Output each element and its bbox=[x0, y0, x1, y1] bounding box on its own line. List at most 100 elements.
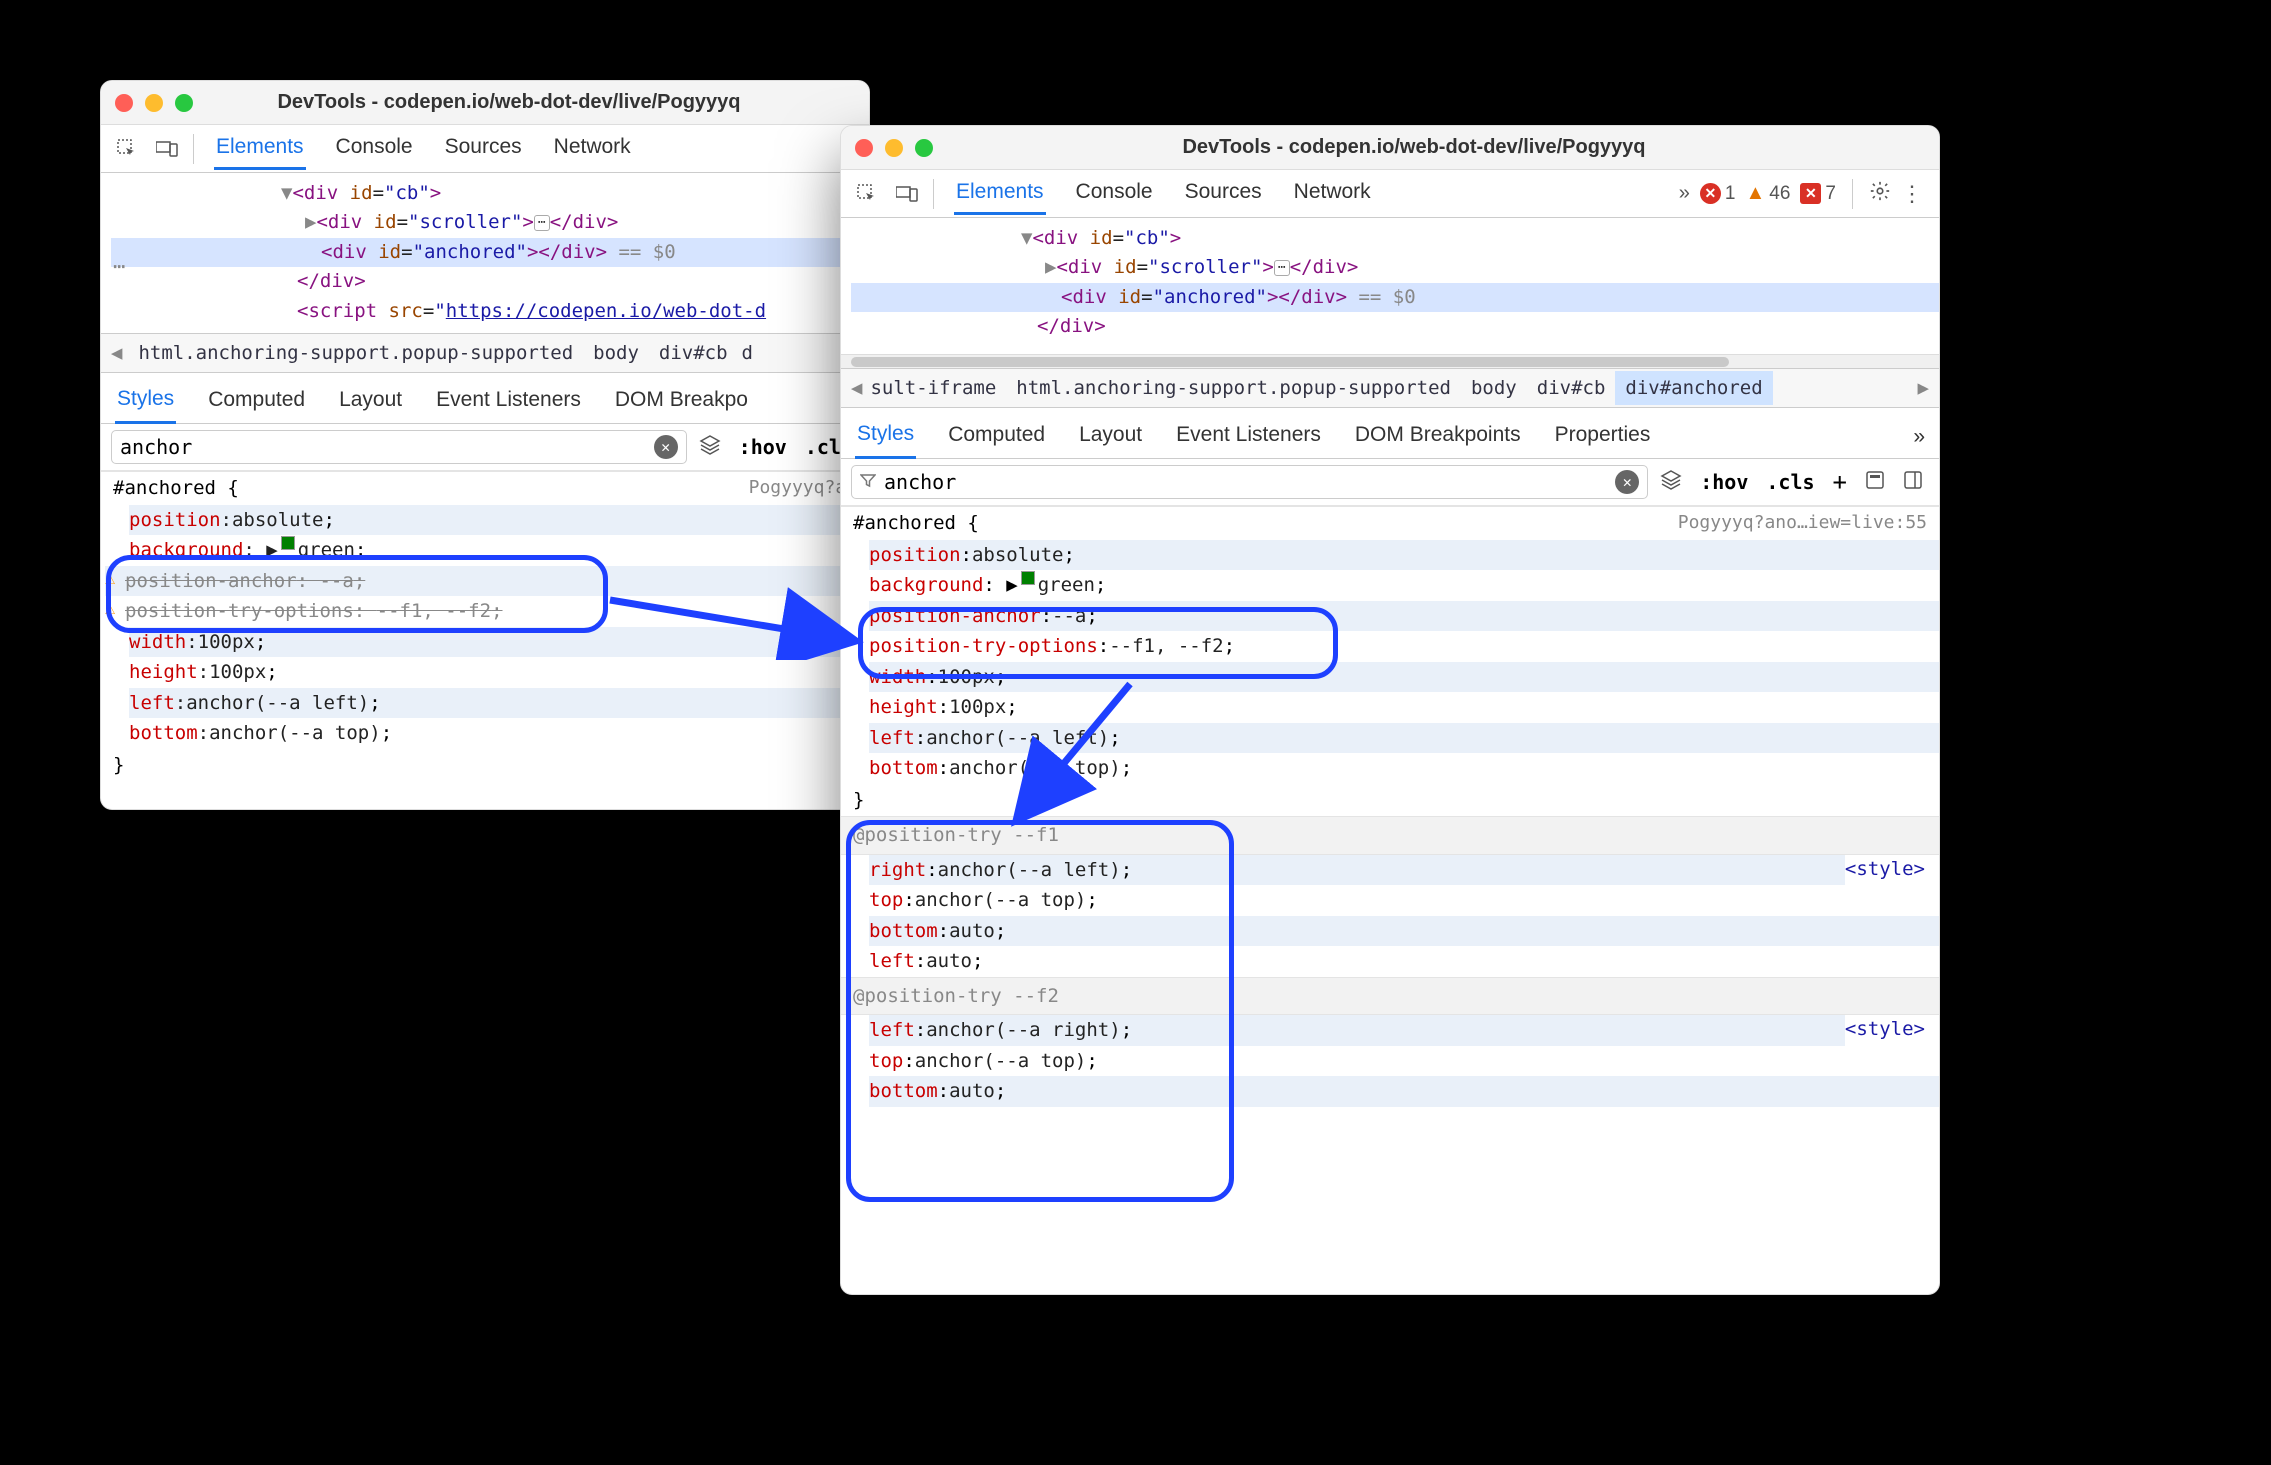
tab-console[interactable]: Console bbox=[1074, 172, 1155, 215]
message-count-badge[interactable]: ✕7 bbox=[1800, 183, 1836, 205]
prop-left[interactable]: left bbox=[869, 724, 915, 753]
minimize-window-button[interactable] bbox=[145, 94, 163, 112]
subtab-dombreakpoints[interactable]: DOM Breakpo bbox=[613, 382, 750, 422]
close-window-button[interactable] bbox=[855, 139, 873, 157]
prop-bottom[interactable]: bottom bbox=[869, 754, 938, 783]
subtab-computed[interactable]: Computed bbox=[206, 382, 307, 422]
crumb-divcb[interactable]: div#cb bbox=[1527, 371, 1616, 405]
crumb-divcb[interactable]: div#cb bbox=[649, 336, 738, 370]
inspect-element-icon[interactable] bbox=[847, 184, 887, 204]
subtab-layout[interactable]: Layout bbox=[337, 382, 404, 422]
selector-stats-icon[interactable] bbox=[1654, 469, 1688, 496]
selector-text[interactable]: #anchored { bbox=[853, 509, 979, 538]
prop-background[interactable]: background bbox=[869, 571, 983, 600]
computed-sidebar-icon[interactable] bbox=[1859, 470, 1891, 495]
breadcrumb[interactable]: ◀ sult-iframe html.anchoring-support.pop… bbox=[841, 368, 1939, 408]
prop-top[interactable]: top bbox=[869, 1047, 903, 1076]
tab-elements[interactable]: Elements bbox=[954, 172, 1046, 215]
prop-bottom[interactable]: bottom bbox=[869, 1077, 938, 1106]
prop-position[interactable]: position bbox=[129, 506, 221, 535]
crumb-scroll-left-icon[interactable]: ◀ bbox=[845, 371, 868, 405]
style-source-link[interactable]: <style> bbox=[1845, 855, 1939, 884]
val-top[interactable]: anchor(--a top) bbox=[915, 1047, 1087, 1076]
subtab-computed[interactable]: Computed bbox=[946, 417, 1047, 457]
filter-input-wrap[interactable]: ✕ bbox=[111, 430, 687, 464]
val-background[interactable]: green bbox=[298, 536, 355, 565]
elements-tree[interactable]: ⋯ ▼<div id="cb"> ▶<div id="scroller">⋯</… bbox=[101, 173, 869, 333]
subtab-properties[interactable]: Properties bbox=[1553, 417, 1653, 457]
inspect-element-icon[interactable] bbox=[107, 139, 147, 159]
val-height[interactable]: 100px bbox=[949, 693, 1006, 722]
val-left[interactable]: anchor(--a right) bbox=[926, 1016, 1120, 1045]
crumb-body[interactable]: body bbox=[1461, 371, 1527, 405]
crumb-cutoff[interactable]: d bbox=[738, 336, 755, 370]
breadcrumb[interactable]: ◀ html.anchoring-support.popup-supported… bbox=[101, 333, 869, 373]
tab-network[interactable]: Network bbox=[552, 127, 633, 170]
val-height[interactable]: 100px bbox=[209, 658, 266, 687]
selector-text[interactable]: #anchored { bbox=[113, 474, 239, 503]
prop-position-try-options-invalid[interactable]: position-try-options: --f1, --f2; bbox=[125, 597, 503, 626]
filter-input-wrap[interactable]: ✕ bbox=[851, 465, 1648, 499]
val-position[interactable]: absolute bbox=[972, 541, 1064, 570]
val-position-anchor[interactable]: --a bbox=[1052, 602, 1086, 631]
val-right[interactable]: anchor(--a left) bbox=[938, 856, 1121, 885]
settings-icon[interactable] bbox=[1869, 180, 1891, 208]
prop-width[interactable]: width bbox=[129, 628, 186, 657]
prop-bottom[interactable]: bottom bbox=[129, 719, 198, 748]
prop-width[interactable]: width bbox=[869, 663, 926, 692]
prop-position-anchor[interactable]: position-anchor bbox=[869, 602, 1041, 631]
position-try-f1-header[interactable]: @position-try --f1 bbox=[841, 816, 1939, 855]
val-position[interactable]: absolute bbox=[232, 506, 324, 535]
new-style-rule-icon[interactable]: + bbox=[1827, 468, 1853, 496]
selected-node[interactable]: <div id="anchored"></div> == $0 bbox=[111, 238, 869, 267]
style-source-link[interactable]: <style> bbox=[1845, 1015, 1939, 1044]
prop-position-try-options[interactable]: position-try-options bbox=[869, 632, 1098, 661]
minimize-window-button[interactable] bbox=[885, 139, 903, 157]
crumb-divanchored[interactable]: div#anchored bbox=[1615, 371, 1772, 405]
crumb-resultiframe[interactable]: sult-iframe bbox=[868, 371, 1006, 405]
kebab-menu-icon[interactable]: ⋮ bbox=[1901, 181, 1923, 207]
val-left[interactable]: auto bbox=[926, 947, 972, 976]
error-count-badge[interactable]: ✕1 bbox=[1700, 183, 1736, 205]
rendering-icon[interactable] bbox=[1897, 470, 1929, 495]
tab-sources[interactable]: Sources bbox=[1183, 172, 1264, 215]
tab-sources[interactable]: Sources bbox=[443, 127, 524, 170]
crumb-html[interactable]: html.anchoring-support.popup-supported bbox=[128, 336, 583, 370]
val-left[interactable]: anchor(--a left) bbox=[926, 724, 1109, 753]
selected-node[interactable]: <div id="anchored"></div> == $0 bbox=[851, 283, 1939, 312]
prop-height[interactable]: height bbox=[869, 693, 938, 722]
prop-left[interactable]: left bbox=[869, 1016, 915, 1045]
prop-position[interactable]: position bbox=[869, 541, 961, 570]
clear-filter-icon[interactable]: ✕ bbox=[654, 435, 678, 459]
prop-background[interactable]: background bbox=[129, 536, 243, 565]
val-position-try-options[interactable]: --f1, --f2 bbox=[1109, 632, 1223, 661]
subtab-eventlisteners[interactable]: Event Listeners bbox=[1174, 417, 1323, 457]
crumb-html[interactable]: html.anchoring-support.popup-supported bbox=[1006, 371, 1461, 405]
horizontal-scrollbar[interactable] bbox=[841, 354, 1939, 368]
val-bottom[interactable]: auto bbox=[949, 1077, 995, 1106]
prop-right[interactable]: right bbox=[869, 856, 926, 885]
filter-input[interactable] bbox=[120, 435, 646, 459]
warning-count-badge[interactable]: ▲46 bbox=[1745, 182, 1790, 205]
val-width[interactable]: 100px bbox=[938, 663, 995, 692]
subtab-dombreakpoints[interactable]: DOM Breakpoints bbox=[1353, 417, 1523, 457]
source-link[interactable]: Pogyyyq?ano…iew=live:55 bbox=[1678, 509, 1927, 538]
tab-network[interactable]: Network bbox=[1292, 172, 1373, 215]
zoom-window-button[interactable] bbox=[175, 94, 193, 112]
crumb-scroll-right-icon[interactable]: ▶ bbox=[1912, 371, 1935, 405]
subtab-styles[interactable]: Styles bbox=[855, 416, 916, 459]
elements-tree[interactable]: ▼<div id="cb"> ▶<div id="scroller">⋯</di… bbox=[841, 218, 1939, 354]
prop-left[interactable]: left bbox=[869, 947, 915, 976]
tab-elements[interactable]: Elements bbox=[214, 127, 306, 170]
val-top[interactable]: anchor(--a top) bbox=[915, 886, 1087, 915]
close-window-button[interactable] bbox=[115, 94, 133, 112]
val-left[interactable]: anchor(--a left) bbox=[186, 689, 369, 718]
val-bottom[interactable]: anchor(--a top) bbox=[209, 719, 381, 748]
val-bottom[interactable]: auto bbox=[949, 917, 995, 946]
crumb-body[interactable]: body bbox=[583, 336, 649, 370]
device-toolbar-icon[interactable] bbox=[147, 140, 187, 158]
color-swatch-icon[interactable] bbox=[281, 536, 295, 550]
clear-filter-icon[interactable]: ✕ bbox=[1615, 470, 1639, 494]
val-background[interactable]: green bbox=[1038, 571, 1095, 600]
subtab-layout[interactable]: Layout bbox=[1077, 417, 1144, 457]
